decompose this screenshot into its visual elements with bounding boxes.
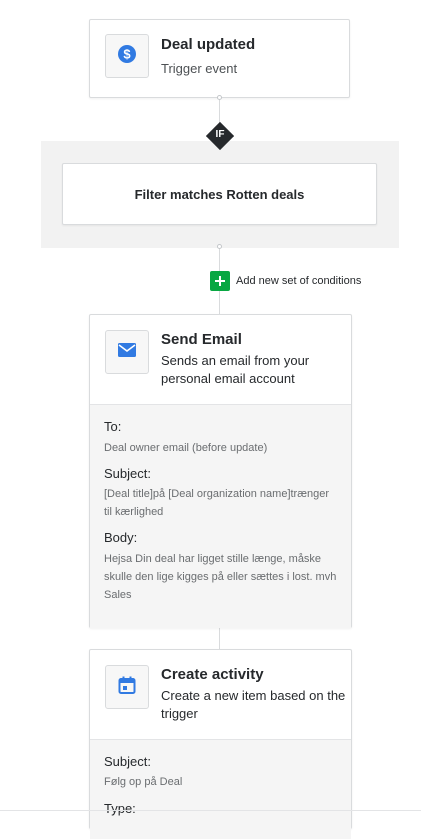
create-activity-card[interactable]: Create activity Create a new item based … bbox=[89, 649, 352, 839]
svg-text:$: $ bbox=[123, 46, 131, 61]
trigger-subtitle: Trigger event bbox=[161, 61, 238, 76]
field-label-subject: Subject: bbox=[104, 466, 151, 481]
dollar-icon: $ bbox=[118, 44, 136, 68]
filter-text: Filter matches Rotten deals bbox=[134, 186, 305, 202]
email-icon-box bbox=[105, 330, 149, 374]
field-label-subject: Subject: bbox=[104, 754, 151, 769]
connector-line bbox=[219, 627, 220, 651]
field-value-to: Deal owner email (before update) bbox=[104, 442, 268, 454]
if-badge: IF bbox=[205, 121, 235, 151]
create-activity-title: Create activity bbox=[161, 666, 264, 683]
connector-dot bbox=[217, 95, 222, 100]
plus-icon bbox=[210, 271, 230, 291]
send-email-card[interactable]: Send Email Sends an email from your pers… bbox=[89, 314, 352, 628]
field-value-body: Hejsa Din deal har ligget stille længe, … bbox=[104, 553, 337, 601]
create-activity-details: Subject: Følg op på Deal Type: bbox=[90, 739, 351, 839]
field-label-body: Body: bbox=[104, 530, 138, 545]
field-value-subject: Følg op på Deal bbox=[104, 776, 183, 788]
activity-icon-box bbox=[105, 665, 149, 709]
field-value-subject: [Deal title]på [Deal organization name]t… bbox=[104, 488, 330, 518]
add-conditions-label: Add new set of conditions bbox=[236, 275, 362, 287]
trigger-card[interactable]: $ Deal updated Trigger event bbox=[89, 19, 350, 98]
field-label-to: To: bbox=[104, 419, 122, 434]
calendar-icon bbox=[118, 676, 136, 699]
bottom-divider bbox=[0, 810, 421, 811]
add-conditions-button[interactable]: Add new set of conditions bbox=[210, 271, 361, 291]
trigger-title: Deal updated bbox=[161, 36, 256, 53]
connector-dot bbox=[217, 244, 222, 249]
mail-icon bbox=[117, 342, 137, 363]
create-activity-description: Create a new item based on the trigger bbox=[161, 688, 346, 721]
send-email-details: To: Deal owner email (before update) Sub… bbox=[90, 404, 351, 628]
send-email-title: Send Email bbox=[161, 331, 242, 348]
if-badge-label: IF bbox=[215, 129, 225, 140]
send-email-description: Sends an email from your personal email … bbox=[161, 353, 310, 386]
trigger-icon-box: $ bbox=[105, 34, 149, 78]
filter-card[interactable]: Filter matches Rotten deals bbox=[62, 163, 377, 225]
